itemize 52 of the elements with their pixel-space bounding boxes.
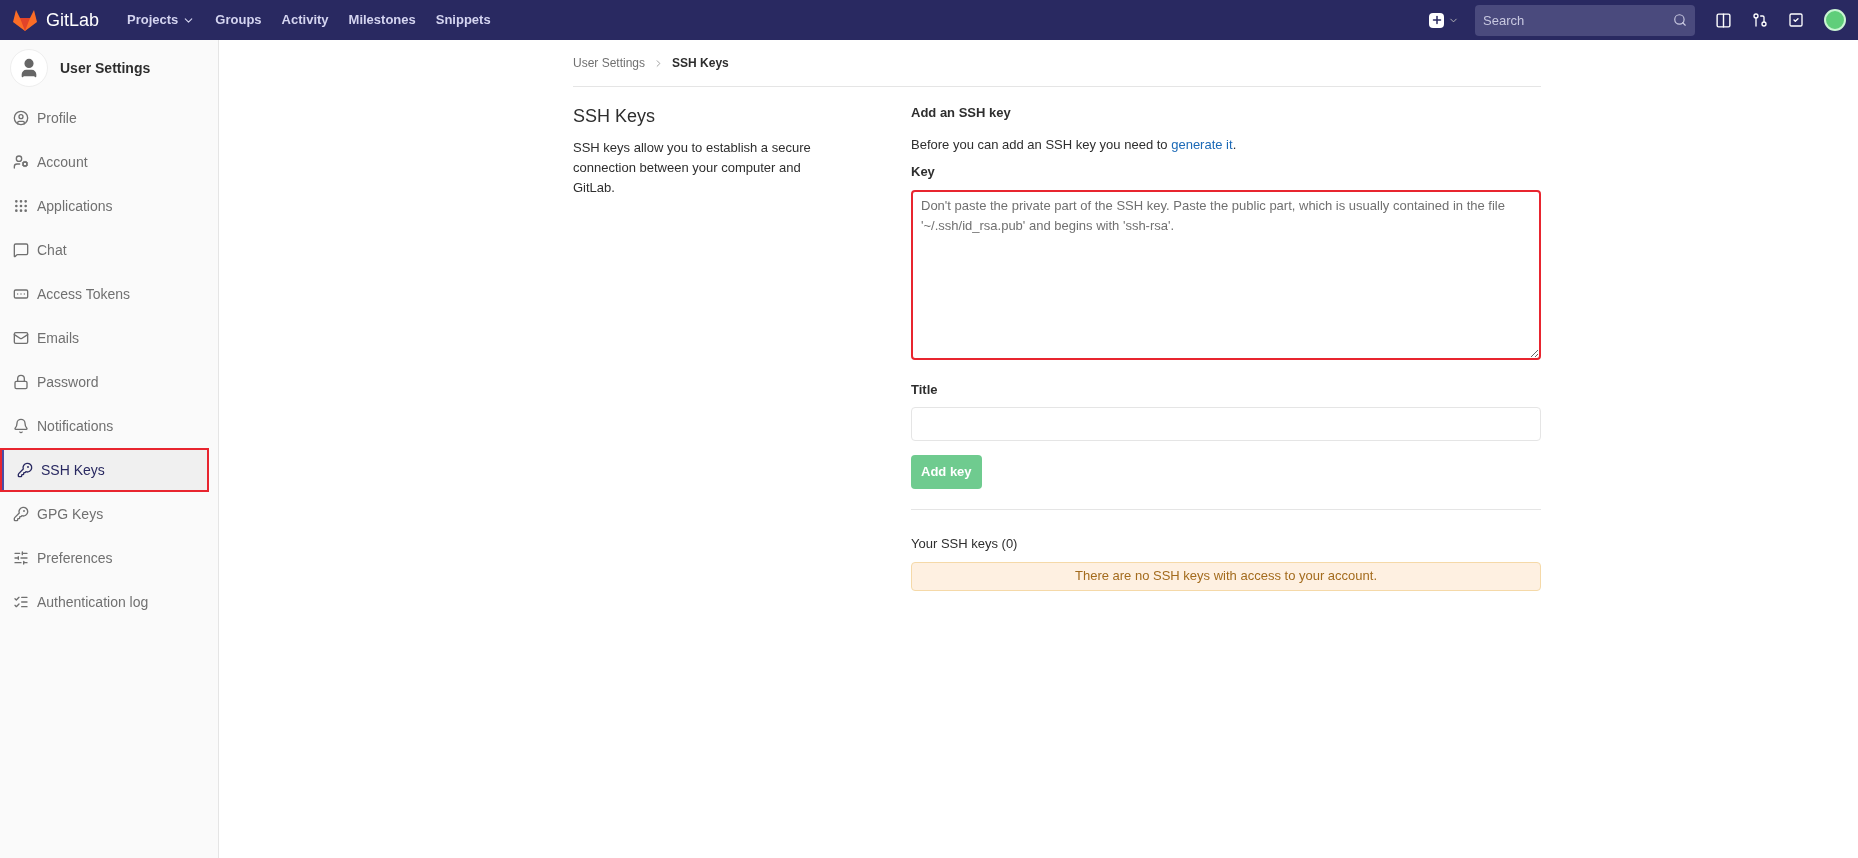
breadcrumb-current[interactable]: SSH Keys <box>672 54 729 72</box>
section-description: SSH keys allow you to establish a secure connection between your computer and GitLab. <box>573 139 812 197</box>
mail-icon <box>13 330 29 346</box>
key-field[interactable]: Don't paste the private part of the SSH key. Paste the public part, which is usually contained in the file '~/.ssh/id_rsa.pub' and begins with 'ssh-rsa'. <box>911 189 1541 360</box>
sidebar-item[interactable]: Preferences <box>0 536 218 580</box>
section-title: SSH Keys <box>573 105 657 128</box>
nav-link[interactable]: Projects <box>127 10 196 30</box>
fox-logo-icon <box>12 8 38 32</box>
sidebar-item[interactable]: GPG Keys <box>0 492 218 536</box>
breadcrumb-link[interactable]: User Settings <box>573 54 646 72</box>
sidebar-title: User Settings <box>60 58 151 78</box>
checkbox-icon[interactable] <box>1788 12 1804 28</box>
key-icon <box>17 462 33 478</box>
key-icon <box>13 506 29 522</box>
new-menu-button[interactable] <box>1429 12 1459 28</box>
list-icon <box>13 594 29 610</box>
title-label: Title <box>911 380 939 399</box>
nav-link[interactable]: Milestones <box>348 10 416 30</box>
nav-link[interactable]: Snippets <box>435 10 491 30</box>
sidebar-item[interactable]: Account <box>0 140 218 184</box>
sidebar-item[interactable]: Profile <box>0 96 218 140</box>
nav-link[interactable]: Activity <box>281 10 329 30</box>
title-field[interactable] <box>911 407 1541 441</box>
sidebar-item[interactable]: Authentication log <box>0 580 218 624</box>
brand-name[interactable]: GitLab <box>46 6 100 34</box>
sidebar-item[interactable]: Emails <box>0 316 218 360</box>
sidebar-item[interactable]: SSH Keys <box>0 448 209 492</box>
avatar[interactable] <box>1824 9 1846 31</box>
key-label: Key <box>911 163 936 181</box>
generate-link[interactable]: generate it <box>1171 136 1233 152</box>
sidebar-item[interactable]: Chat <box>0 228 218 272</box>
search-field[interactable]: Search <box>1475 4 1695 36</box>
bell-icon <box>13 418 29 434</box>
sidebar-item[interactable]: Applications <box>0 184 218 228</box>
nav-link[interactable]: Groups <box>215 10 262 30</box>
sidebar-item[interactable]: Access Tokens <box>0 272 218 316</box>
form-heading: Add an SSH key <box>911 104 1012 122</box>
panel-icon[interactable] <box>1715 11 1732 29</box>
user-gear-icon <box>13 154 29 170</box>
sidebar-item[interactable]: Password <box>0 360 218 404</box>
chat-icon <box>13 242 29 258</box>
dots-box-icon <box>13 286 29 302</box>
sidebar-item[interactable]: Notifications <box>0 404 218 448</box>
empty-notice: There are no SSH keys with access to your account. <box>911 561 1541 591</box>
search-icon <box>1673 12 1687 27</box>
user-circle-icon <box>13 110 29 126</box>
sliders-icon <box>13 550 29 566</box>
keys-heading: Your SSH keys (0) <box>911 535 1019 553</box>
lock-icon <box>13 374 29 390</box>
merge-request-icon[interactable] <box>1752 12 1768 28</box>
grid-icon <box>13 198 29 214</box>
form-hint: Before you can add an SSH key you need to generate it. <box>911 135 1238 154</box>
